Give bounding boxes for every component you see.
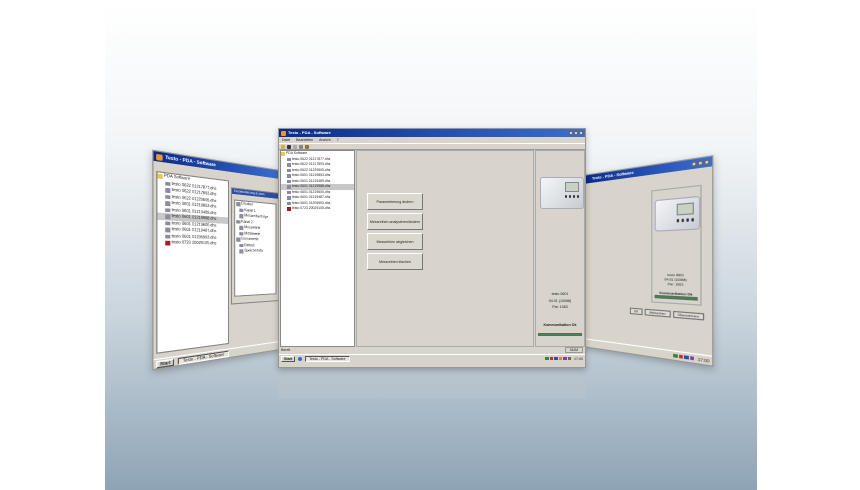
right-device-panel: testo 0601 04.01 (10068) Par: 1063 Kommu… [651,184,702,306]
action-button-0[interactable]: Parametrierung ändern [367,193,423,210]
param-icon [239,213,243,218]
right-clock: 17:00 [697,356,710,364]
file-tree[interactable]: PDA Software testo 0622 01217877.dhs test… [280,150,355,347]
num-indicator: NUM [565,347,583,353]
file-icon [287,196,291,200]
file-icon [165,181,170,186]
main-window: Testo - PDA - Software Datei Bearbeiten An… [278,128,586,368]
param-icon [239,231,243,236]
device-panel: testo 0601 04.01 (10068) Par: 1063 Kommu… [535,150,585,347]
file-icon [287,179,291,183]
param-icon [236,219,240,224]
right-device-param: Par: 1063 [667,281,684,287]
left-file-tree[interactable]: PDA Software testo 0622 01217877.dhs test… [156,170,229,354]
param-item-label: Speicherinfo [244,248,263,253]
title-bar: Testo - PDA - Software [279,129,585,137]
comm-status: Kommunikation Ok [543,323,577,327]
left-title: Testo - PDA - Software [165,154,216,168]
action-button-1[interactable]: Messreihen analysieren/ändern [367,213,423,230]
right-window: Testo - PDA - Software testo 0601 04.01 … [583,155,714,367]
menu-item-1[interactable]: Bearbeiten [296,137,313,143]
back-icon[interactable] [293,145,297,149]
param-icon [239,225,243,230]
tree-item[interactable]: testo 0723 20029105.dhs [157,239,227,247]
action-button-2[interactable]: Messreihen abgleichen [367,233,423,250]
dialog-button-0[interactable]: OK [629,307,643,316]
open-icon[interactable] [281,145,285,149]
right-title-bar: Testo - PDA - Software [583,156,713,184]
grid-icon[interactable] [299,145,303,149]
taskbar: Start Testo - PDA - Software 17:00 [279,354,585,362]
file-icon [287,174,291,178]
taskbar-item[interactable]: Testo - PDA - Software [178,350,229,365]
param-icon [239,208,243,213]
file-icon [165,220,170,226]
tree-item-label: testo 0723 20029105.dhs [292,206,331,210]
status-text: Bereit [281,348,291,352]
help-icon[interactable] [305,145,309,149]
actions-panel: Parametrierung ändern Messreihen analysie… [356,150,534,347]
action-button-3[interactable]: Messreihen löschen [367,253,423,270]
minimize-button[interactable] [569,130,573,135]
app-icon [281,130,286,136]
right-title: Testo - PDA - Software [591,169,634,181]
menu-item-0[interactable]: Datei [282,137,290,143]
tree-item-label: testo 0723 20029105.dhs [171,239,217,246]
maximize-button[interactable] [574,130,578,135]
file-icon [287,190,291,194]
dialog-button-2[interactable]: Übernehmen [672,310,705,321]
param-icon [239,249,243,254]
param-icon [236,201,240,206]
device-image [540,177,584,209]
param-panel: Parametrierung ändern Drucker Kanal 1 Mess… [231,187,280,305]
file-icon [165,240,170,246]
param-panel-title: Parametrierung ändern [232,188,279,199]
file-icon [165,187,170,193]
toolbar [279,143,585,150]
param-item[interactable]: Speicherinfo [235,248,275,254]
file-icon [165,207,170,213]
file-icon [165,194,170,200]
file-icon [287,168,291,172]
param-icon [236,237,240,242]
device-image [654,195,701,232]
file-icon [165,234,170,239]
file-icon [287,163,291,167]
close-button[interactable] [579,130,583,135]
file-icon [165,214,170,219]
status-bar: Bereit NUM [279,347,585,354]
file-icon [287,201,291,205]
start-button[interactable]: Start [281,355,296,362]
app-icon [156,153,163,161]
system-tray [545,356,571,361]
taskbar-item[interactable]: Testo - PDA - Software [305,355,350,362]
background: Testo - PDA - Software PDA Software test… [105,0,757,490]
param-icon [239,243,243,248]
file-icon [165,201,170,206]
menu-item-2[interactable]: Ansicht [319,137,330,143]
right-taskbar: 17:00 [583,338,713,366]
left-window: Testo - PDA - Software PDA Software test… [152,149,280,371]
param-list[interactable]: Drucker Kanal 1 Messreihenfolge Kanal 2 Mess… [234,199,277,297]
menu-item-3[interactable]: ? [337,137,339,143]
file-icon [165,227,170,232]
file-icon [287,157,291,161]
comm-progress-bar [538,333,582,336]
save-icon[interactable] [287,145,291,149]
file-icon [287,207,291,211]
file-icon [287,185,291,189]
quicklaunch-icon[interactable] [298,356,303,361]
tree-item[interactable]: testo 0723 20029105.dhs [281,206,354,212]
start-button[interactable]: Start [156,357,175,368]
device-param: Par: 1063 [552,305,568,309]
clock: 17:00 [574,356,583,361]
dialog-button-1[interactable]: Abbrechen [644,308,671,318]
window-title: Testo - PDA - Software [288,130,331,135]
window-reflection [278,368,586,398]
